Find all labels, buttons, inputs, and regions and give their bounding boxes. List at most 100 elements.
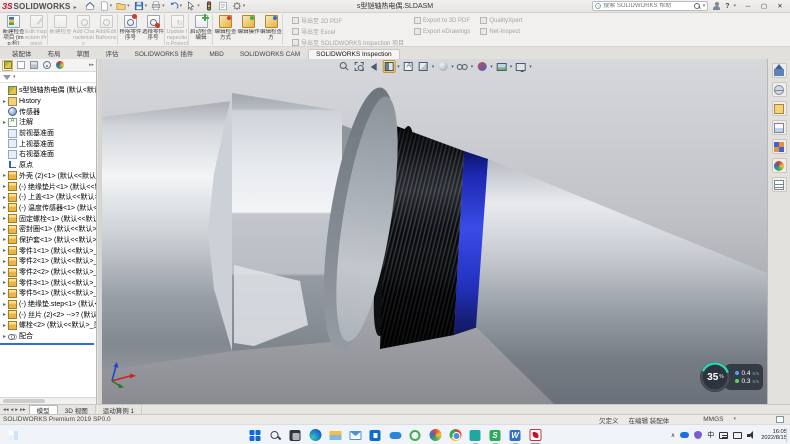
view-settings-dropdown-icon[interactable]: ▾ bbox=[529, 64, 532, 70]
tree-item[interactable]: ▸ 密封圈<1> (默认<<默认>_显示状 bbox=[1, 224, 96, 235]
expand-arrow-icon[interactable]: ▸ bbox=[1, 98, 8, 105]
tree-item[interactable]: ▸ 螺栓<2> (默认<<默认>_显示状态 bbox=[1, 320, 96, 331]
zoom-to-fit-icon[interactable] bbox=[337, 60, 350, 73]
green-ring-app-icon[interactable] bbox=[408, 428, 423, 443]
tab-expand-icon[interactable] bbox=[776, 416, 784, 423]
shield-icon[interactable] bbox=[694, 431, 702, 439]
keyboard-icon[interactable] bbox=[719, 432, 728, 439]
undo-icon[interactable]: ▾ bbox=[169, 1, 183, 11]
help-dropdown-icon[interactable]: ▾ bbox=[733, 4, 736, 9]
rebuild-icon[interactable] bbox=[204, 1, 214, 11]
home-icon[interactable] bbox=[85, 1, 95, 11]
cloud-drive-icon[interactable] bbox=[388, 428, 403, 443]
new-document-icon[interactable]: ▾ bbox=[99, 1, 113, 11]
ribbon-button[interactable]: 新建检查项目 (imp:检) bbox=[2, 14, 25, 45]
solidworks-taskbar-icon[interactable] bbox=[528, 428, 543, 443]
expand-arrow-icon[interactable]: ▸ bbox=[1, 194, 8, 201]
edit-appearance-dropdown-icon[interactable]: ▾ bbox=[490, 64, 493, 70]
zoom-to-area-icon[interactable] bbox=[352, 60, 365, 73]
tree-item[interactable]: ▸ 零件3<1> (默认<<默认>_显示状态 bbox=[1, 277, 96, 288]
export-button[interactable]: QualityXpert bbox=[480, 16, 522, 25]
panel-horizontal-scrollbar[interactable] bbox=[0, 397, 97, 404]
ribbon-button[interactable]: 选择零件序号 bbox=[142, 14, 165, 45]
scrollbar-thumb[interactable] bbox=[3, 399, 45, 403]
rollback-bar[interactable] bbox=[0, 343, 94, 345]
ribbon-button[interactable]: 编辑检查方 bbox=[260, 14, 283, 45]
tree-item[interactable]: ▸ 配合 bbox=[1, 331, 96, 342]
ribbon-tab[interactable]: MBD bbox=[201, 49, 231, 59]
tree-item[interactable]: ▸ 外壳 (2)<1> (默认<<默认>_显示状 bbox=[1, 171, 96, 182]
previous-view-icon[interactable] bbox=[367, 60, 380, 73]
graphics-viewport[interactable]: ▾ ▾ ▾ ▾ ▾ ▾ ▾ bbox=[102, 59, 767, 404]
ribbon-button[interactable]: Update Inspection Project bbox=[166, 14, 189, 45]
section-view-dropdown-icon[interactable]: ▾ bbox=[397, 64, 400, 70]
tree-item[interactable]: ▸ History bbox=[1, 96, 96, 107]
expand-arrow-icon[interactable]: ▸ bbox=[1, 279, 8, 286]
document-tab[interactable]: 运动算例 1 bbox=[96, 405, 142, 414]
last-tab-arrow-icon[interactable]: ▸▸ bbox=[20, 407, 26, 413]
ribbon-tab[interactable]: SOLIDWORKS CAM bbox=[232, 49, 308, 59]
ribbon-button[interactable]: Add Characteristic bbox=[72, 14, 95, 45]
options-gear-icon[interactable]: ▾ bbox=[232, 1, 246, 11]
wps-w-icon[interactable] bbox=[508, 428, 523, 443]
teal-app-icon[interactable] bbox=[468, 428, 483, 443]
tree-item[interactable]: ▸ 上视基准面 bbox=[1, 138, 96, 149]
ribbon-button[interactable]: 新建检查 bbox=[49, 14, 72, 45]
tree-item[interactable]: ▸ (-) 绝缘垫片<1> (默认<<默认>_显 bbox=[1, 181, 96, 192]
tree-item[interactable]: ▸ 原点 bbox=[1, 160, 96, 171]
file-properties-icon[interactable] bbox=[218, 1, 228, 11]
network-monitor-widget[interactable]: 35% 0.4 K/s 0.3 K/s bbox=[698, 360, 763, 394]
color-wheel-app-icon[interactable] bbox=[428, 428, 443, 443]
tree-item[interactable]: ▸ 零件5<1> (默认<<默认>_显示状态 bbox=[1, 288, 96, 299]
save-icon[interactable]: ▾ bbox=[134, 1, 148, 11]
edge-icon[interactable] bbox=[308, 428, 323, 443]
tray-chevron-up-icon[interactable]: ∧ bbox=[671, 432, 675, 439]
tree-item[interactable]: ▸ 传感器 bbox=[1, 106, 96, 117]
edit-appearance-icon[interactable] bbox=[475, 60, 488, 73]
login-person-icon[interactable] bbox=[712, 2, 721, 11]
ribbon-tab[interactable]: SOLIDWORKS Inspection bbox=[308, 49, 400, 59]
close-button[interactable]: ✕ bbox=[772, 0, 788, 12]
ribbon-tab[interactable]: 布局 bbox=[40, 46, 69, 59]
store-icon[interactable] bbox=[368, 428, 383, 443]
next-tab-arrow-icon[interactable]: ▸ bbox=[15, 407, 18, 413]
hide-show-dropdown-icon[interactable]: ▾ bbox=[471, 64, 474, 70]
expand-arrow-icon[interactable]: ▸ bbox=[1, 215, 8, 222]
export-button[interactable]: Export eDrawings bbox=[414, 27, 470, 36]
view-settings-icon[interactable] bbox=[514, 60, 527, 73]
section-view-icon[interactable] bbox=[382, 60, 395, 73]
featuremanager-tree-tab[interactable] bbox=[2, 60, 13, 71]
taskbar-clock[interactable]: 16:05 2022/8/15 bbox=[761, 429, 787, 442]
help-search-box[interactable]: ? ▾ bbox=[592, 1, 708, 11]
wps-s-icon[interactable] bbox=[488, 428, 503, 443]
search-icon[interactable] bbox=[693, 2, 701, 10]
expand-arrow-icon[interactable]: ▸ bbox=[1, 258, 8, 265]
ribbon-tab[interactable]: SOLIDWORKS 插件 bbox=[127, 46, 202, 59]
expand-arrow-icon[interactable]: ▸ bbox=[1, 269, 8, 276]
show-desktop-button[interactable] bbox=[786, 428, 787, 442]
dimxpertmanager-tab[interactable] bbox=[41, 60, 52, 71]
tree-item[interactable]: ▸ 固定螺栓<1> (默认<<默认>_显示 bbox=[1, 213, 96, 224]
prev-tab-arrow-icon[interactable]: ◂ bbox=[11, 407, 14, 413]
ribbon-tab[interactable]: 评估 bbox=[98, 46, 127, 59]
search-dropdown-icon[interactable]: ▾ bbox=[703, 4, 706, 9]
ribbon-button[interactable]: Add/Edit Balloons bbox=[95, 14, 118, 45]
monitor-tray-icon[interactable] bbox=[733, 432, 742, 439]
filter-funnel-icon[interactable] bbox=[3, 75, 11, 80]
mail-icon[interactable] bbox=[348, 428, 363, 443]
design-library-icon[interactable] bbox=[772, 101, 787, 116]
tree-item[interactable]: ▸ 注解 bbox=[1, 117, 96, 128]
dynamic-annotation-icon[interactable] bbox=[402, 60, 415, 73]
filter-dropdown-icon[interactable]: ▾ bbox=[13, 75, 16, 80]
file-explorer-taskbar-icon[interactable] bbox=[328, 428, 343, 443]
expand-arrow-icon[interactable]: ▸ bbox=[1, 226, 8, 233]
ribbon-button[interactable]: Edit Inspection Project bbox=[25, 14, 48, 45]
pane-overflow-arrow-icon[interactable]: ▸▸ bbox=[89, 62, 94, 68]
tree-item[interactable]: ▸ (-) 绝缘垫.step<1> (默认<<默认 bbox=[1, 299, 96, 310]
expand-arrow-icon[interactable]: ▸ bbox=[1, 119, 8, 126]
usage-percent-gauge[interactable]: 35% bbox=[698, 360, 732, 394]
expand-arrow-icon[interactable]: ▸ bbox=[1, 301, 8, 308]
tree-item[interactable]: ▸ (-) 丝片 (2)<2> -->? (默认<<默认> bbox=[1, 309, 96, 320]
volume-icon[interactable] bbox=[747, 431, 756, 439]
solidworks-logo[interactable]: ЗS SOLIDWORKS ▸ bbox=[2, 2, 77, 11]
